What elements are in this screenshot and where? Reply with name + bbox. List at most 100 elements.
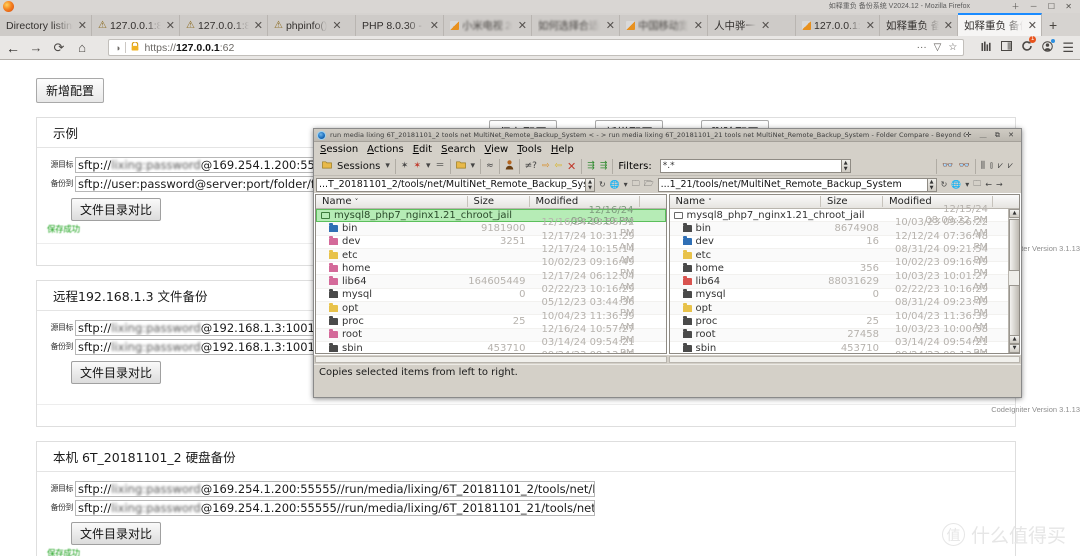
scroll-up-arrow[interactable]: ▲ bbox=[1009, 209, 1020, 218]
star-red-icon[interactable]: ✶ bbox=[413, 161, 421, 171]
bc-menu-actions[interactable]: Actions bbox=[367, 144, 404, 155]
window-controls[interactable]: ＋ － ☐ ✕ bbox=[1011, 1, 1076, 12]
compare-button[interactable]: 文件目录对比 bbox=[71, 361, 162, 384]
folder-browse-icon[interactable]: 🗀 bbox=[973, 178, 981, 192]
sync-left-icon[interactable]: ⇶ bbox=[587, 161, 595, 171]
bc-filters-group[interactable]: Filters: *.* ▲ ▼ bbox=[613, 158, 938, 174]
tab-close-icon[interactable]: ✕ bbox=[166, 19, 175, 32]
delete-x-icon[interactable]: ✕ bbox=[567, 161, 576, 172]
home-button[interactable]: ⌂ bbox=[75, 41, 89, 54]
page-actions-icon[interactable]: ··· bbox=[917, 42, 927, 53]
tab-close-icon[interactable]: ✕ bbox=[78, 19, 87, 32]
column-header-size[interactable]: Size bbox=[468, 196, 530, 207]
beyond-compare-window[interactable]: run media lixing 6T_20181101_2 tools net… bbox=[313, 128, 1022, 398]
forward-button[interactable]: → bbox=[29, 41, 43, 54]
copy-question-icon[interactable]: ≠? bbox=[525, 161, 537, 171]
bc-menu-search[interactable]: Search bbox=[441, 144, 475, 155]
chevron-down-icon[interactable]: ▾ bbox=[624, 180, 628, 189]
browser-tab-2[interactable]: ⚠127.0.0.1:80 ✕ bbox=[180, 15, 268, 36]
bc-right-pane[interactable]: Name ˅ Size Modified mysql8_php7_nginx1.… bbox=[668, 194, 1020, 354]
browser-tab-8[interactable]: 人中骅一 ✕ bbox=[708, 15, 796, 36]
menu-icon[interactable]: ☰ bbox=[1062, 41, 1074, 54]
refresh-icon[interactable]: ↻ bbox=[599, 180, 606, 189]
compare-button[interactable]: 文件目录对比 bbox=[71, 522, 162, 545]
bc-sessions-group[interactable]: Sessions ▾ bbox=[317, 158, 396, 174]
hscroll-right-track[interactable] bbox=[668, 356, 1020, 363]
glasses-off-icon[interactable]: 👓 bbox=[959, 161, 970, 171]
folder-up-icon[interactable]: 🗁 bbox=[644, 178, 654, 192]
bc-copy-group[interactable]: ≠? ⇨ ⇦ ✕ bbox=[520, 158, 583, 174]
target-input[interactable]: sftp://lixing:password@169.254.1.200:555… bbox=[75, 499, 595, 516]
hscroll-left-track[interactable] bbox=[315, 356, 667, 363]
library-icon[interactable] bbox=[981, 41, 992, 55]
new-tab-button[interactable]: + bbox=[1042, 15, 1064, 36]
browser-tab-3[interactable]: ⚠ phpinfo() ✕ bbox=[268, 15, 356, 36]
nav-back-icon[interactable]: ← bbox=[985, 180, 992, 189]
chevron-down-icon[interactable]: ▾ bbox=[426, 161, 431, 171]
browser-tab-6[interactable]: 如何选择合适的... ✕ bbox=[532, 15, 620, 36]
folder-browse-icon[interactable]: 🗀 bbox=[632, 178, 640, 192]
sync-icon[interactable]: 1 bbox=[1021, 36, 1037, 55]
arrow-right-orange-icon[interactable]: ⇨ bbox=[542, 161, 550, 171]
bc-sync-group[interactable]: ⇶ ⇶ bbox=[582, 158, 614, 174]
globe-icon[interactable]: 🌐 bbox=[951, 180, 961, 189]
browser-tab-4[interactable]: PHP 8.0.30 - php ✕ bbox=[356, 15, 444, 36]
arrow-left-yellow-icon[interactable]: ⇦ bbox=[555, 161, 563, 171]
tab-close-icon[interactable]: ✕ bbox=[761, 19, 770, 32]
bc-rules-group[interactable]: 👓 👓 bbox=[937, 158, 976, 174]
bc-right-file-list[interactable]: mysql8_php7_nginx1.21_chroot_jail 12/15/2… bbox=[669, 204, 1019, 353]
source-input[interactable]: sftp://lixing:password@169.254.1.200:555… bbox=[75, 480, 595, 497]
check-all-icon[interactable]: ⩗ bbox=[998, 161, 1003, 171]
bc-window-controls[interactable]: ✛ ＿ ⧉ ✕ bbox=[966, 130, 1019, 140]
back-button[interactable]: ← bbox=[6, 41, 20, 55]
browser-tab-1[interactable]: ⚠127.0.0.1:80 ✕ bbox=[92, 15, 180, 36]
sidebar-icon[interactable] bbox=[1001, 41, 1013, 54]
column-header-size[interactable]: Size bbox=[821, 196, 883, 207]
bc-menu-tools[interactable]: Tools bbox=[517, 144, 542, 155]
chevron-down-icon[interactable]: ▾ bbox=[385, 161, 390, 171]
browser-tab-7[interactable]: 中国移动宽带... ✕ bbox=[620, 15, 708, 36]
path-right-dropdown[interactable]: ▲ ▼ bbox=[927, 177, 937, 192]
tab-close-icon[interactable]: ✕ bbox=[518, 19, 527, 32]
expand-tree-icon[interactable]: ⫼ bbox=[981, 161, 985, 171]
collapse-tree-icon[interactable]: ⫾ bbox=[990, 161, 993, 171]
browser-tab-9[interactable]: 127.0.0.1:55 ✕ bbox=[796, 15, 880, 36]
tab-close-icon[interactable]: ✕ bbox=[866, 19, 875, 32]
glasses-icon[interactable]: 👓 bbox=[942, 161, 953, 171]
tab-close-icon[interactable]: ✕ bbox=[1028, 19, 1037, 32]
bc-menu-edit[interactable]: Edit bbox=[413, 144, 432, 155]
path-left-dropdown[interactable]: ▲ ▼ bbox=[586, 177, 595, 192]
folder-yellow-icon[interactable] bbox=[455, 160, 466, 172]
add-config-top-button[interactable]: 新增配置 bbox=[36, 78, 105, 103]
reader-mode-icon[interactable]: ▽ bbox=[934, 42, 942, 53]
browser-tab-0[interactable]: Directory listing ✕ bbox=[0, 15, 92, 36]
equals-icon[interactable]: ＝ bbox=[436, 161, 445, 171]
chevron-down-icon[interactable]: ▾ bbox=[471, 161, 476, 171]
sessions-label[interactable]: Sessions bbox=[337, 161, 380, 172]
approx-equal-icon[interactable]: ≈ bbox=[486, 161, 494, 171]
uncheck-all-icon[interactable]: ⩗ bbox=[1008, 161, 1013, 171]
tab-close-icon[interactable]: ✕ bbox=[254, 19, 263, 32]
scroll-down-arrow[interactable]: ▼ bbox=[1009, 344, 1020, 353]
bc-left-file-list[interactable]: mysql8_php7_nginx1.21_chroot_jail 12/16/2… bbox=[316, 205, 666, 353]
browser-tab-11[interactable]: 如释重负 备份系 ✕ bbox=[958, 13, 1042, 36]
filters-input[interactable]: *.* bbox=[659, 159, 842, 173]
path-left-actions[interactable]: ↻ 🌐 ▾ 🗀 🗁 bbox=[595, 178, 658, 192]
path-left-input[interactable]: ...T_20181101_2/tools/net/MultiNet_Remot… bbox=[316, 177, 586, 192]
column-header-name[interactable]: Name ˅ bbox=[316, 196, 468, 207]
tracking-shield-icon[interactable]: ◑ bbox=[115, 43, 120, 53]
address-bar[interactable]: ◑ https://127.0.0.1:62 ··· ▽ ☆ bbox=[108, 39, 965, 56]
bc-user-group[interactable] bbox=[500, 158, 520, 174]
browser-tab-10[interactable]: 如释重负 备份系 ✕ bbox=[880, 15, 958, 36]
person-icon[interactable] bbox=[505, 159, 514, 173]
tab-close-icon[interactable]: ✕ bbox=[430, 19, 439, 32]
bc-left-pane[interactable]: Name ˅ Size Modified mysql8_php7_nginx1.… bbox=[315, 194, 667, 354]
tab-close-icon[interactable]: ✕ bbox=[332, 19, 341, 32]
tab-close-icon[interactable]: ✕ bbox=[944, 19, 953, 32]
scroll-thumb-upper[interactable] bbox=[1009, 219, 1020, 271]
reload-button[interactable]: ⟳ bbox=[52, 41, 66, 54]
bc-menu-help[interactable]: Help bbox=[551, 144, 574, 155]
path-right-actions[interactable]: ↻ 🌐 ▾ 🗀 ← → bbox=[937, 178, 1007, 192]
chevron-down-icon[interactable]: ▾ bbox=[965, 180, 969, 189]
scroll-down-arrow-a[interactable]: ▲ bbox=[1009, 335, 1020, 344]
